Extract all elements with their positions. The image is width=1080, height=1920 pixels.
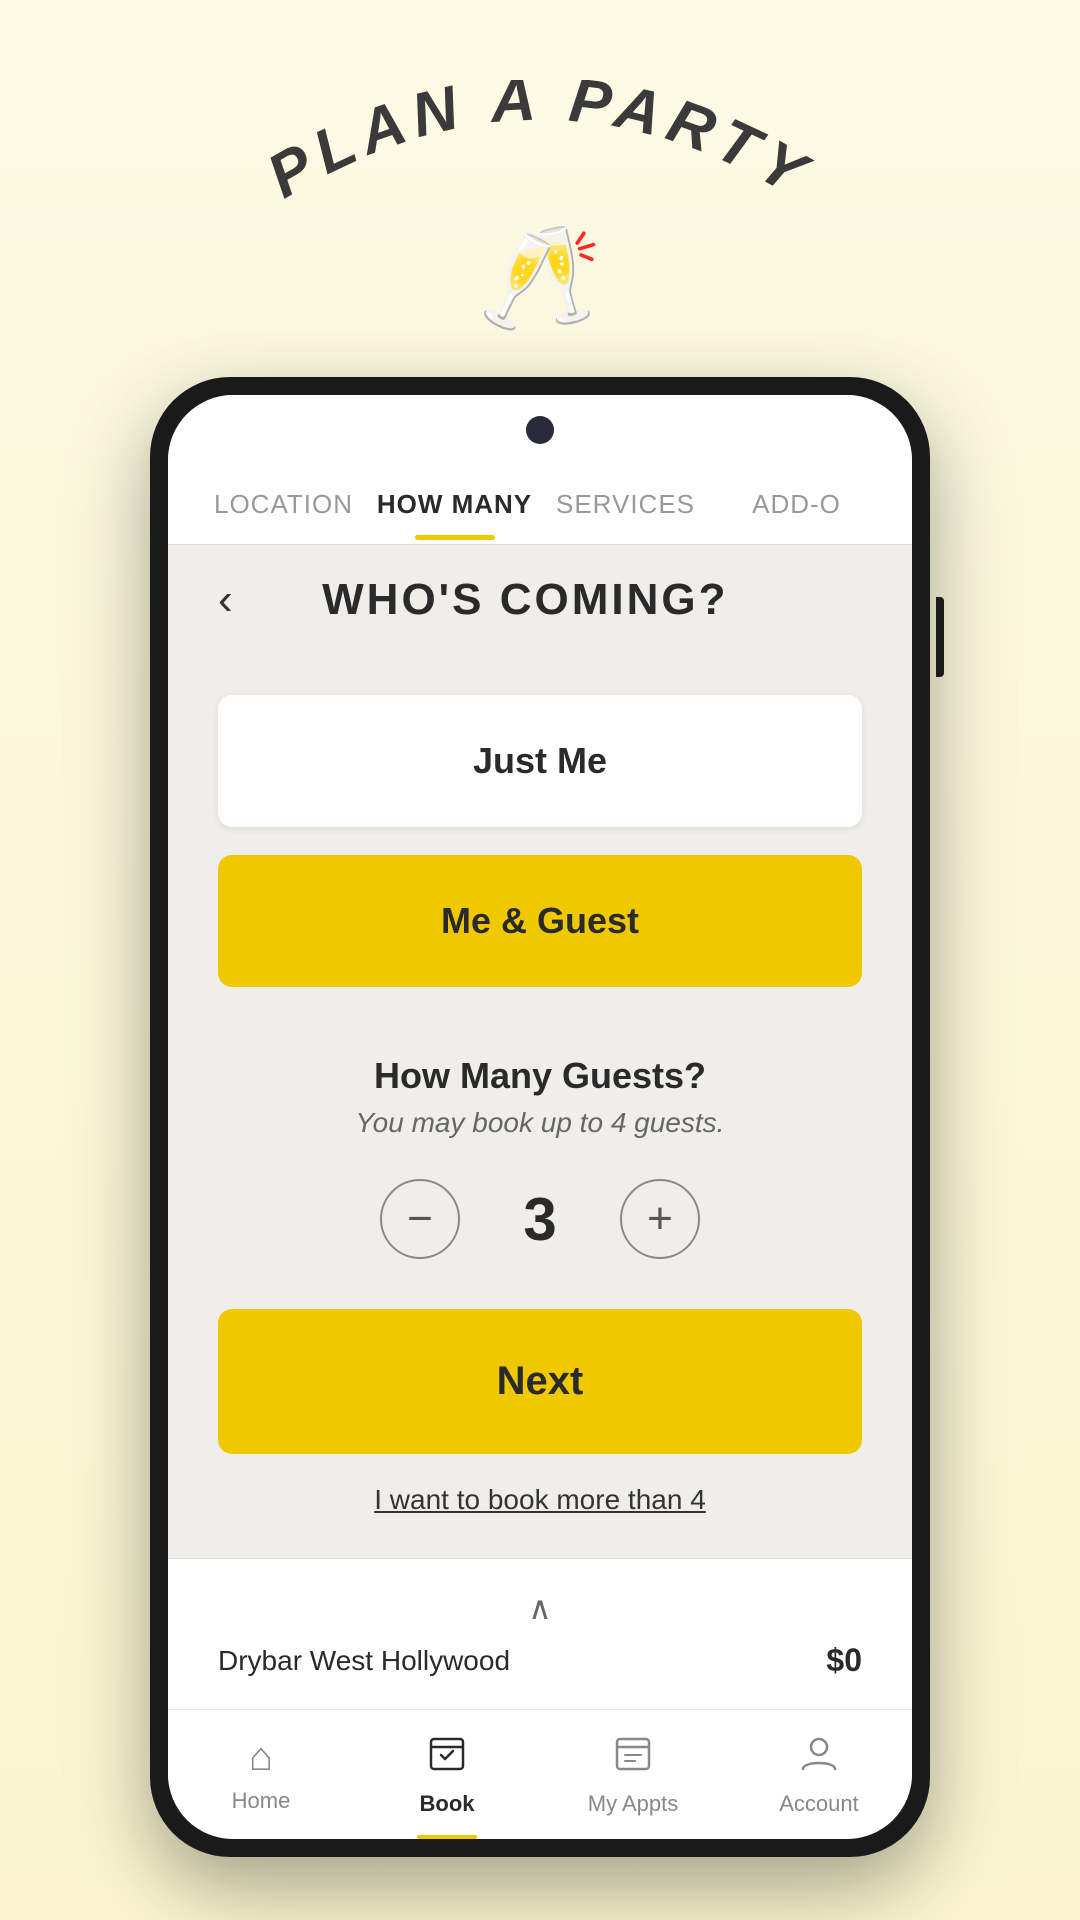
location-name: Drybar West Hollywood: [218, 1645, 510, 1677]
chevron-up-icon[interactable]: ∧: [218, 1589, 862, 1627]
svg-text:PLAN A PARTY: PLAN A PARTY: [260, 80, 820, 210]
guests-subtitle: You may book up to 4 guests.: [356, 1107, 725, 1139]
tab-navigation: LOCATION HOW MANY SERVICES ADD-O: [168, 465, 912, 545]
nav-account-label: Account: [779, 1791, 859, 1817]
tab-location[interactable]: LOCATION: [198, 479, 369, 530]
nav-home-label: Home: [232, 1788, 291, 1814]
tab-add-ons[interactable]: ADD-O: [711, 479, 882, 530]
location-price-row: Drybar West Hollywood $0: [218, 1642, 862, 1679]
back-row: ‹ WHO'S COMING?: [218, 575, 862, 625]
phone-frame: LOCATION HOW MANY SERVICES ADD-O ‹ WHO'S…: [150, 377, 930, 1857]
guests-title: How Many Guests?: [374, 1055, 706, 1097]
home-icon: ⌂: [249, 1735, 273, 1780]
book-icon: [427, 1733, 467, 1783]
camera-dot: [526, 416, 554, 444]
spacer: [218, 645, 862, 695]
increment-button[interactable]: +: [620, 1179, 700, 1259]
just-me-button[interactable]: Just Me: [218, 695, 862, 827]
bottom-info-bar: ∧ Drybar West Hollywood $0: [168, 1558, 912, 1709]
notch-area: [168, 395, 912, 465]
champagne-glasses-icon: 🥂: [478, 220, 603, 337]
nav-book-label: Book: [420, 1791, 475, 1817]
top-area: PLAN A PARTY 🥂: [260, 0, 820, 337]
plan-party-text: PLAN A PARTY: [260, 80, 820, 210]
tab-services[interactable]: SERVICES: [540, 479, 711, 530]
book-more-link[interactable]: I want to book more than 4: [218, 1484, 862, 1516]
account-icon: [799, 1733, 839, 1783]
next-button[interactable]: Next: [218, 1309, 862, 1454]
appointments-icon: [613, 1733, 653, 1783]
back-button[interactable]: ‹: [218, 578, 233, 622]
arched-title-container: PLAN A PARTY: [260, 80, 820, 210]
price-display: $0: [826, 1642, 862, 1679]
nav-book[interactable]: Book: [354, 1710, 540, 1839]
bottom-nav: ⌂ Home Book: [168, 1709, 912, 1839]
nav-account[interactable]: Account: [726, 1710, 912, 1839]
nav-appts-label: My Appts: [588, 1791, 678, 1817]
counter-row: − 3 +: [380, 1179, 700, 1259]
main-content: ‹ WHO'S COMING? Just Me Me & Guest How M…: [168, 545, 912, 1558]
decrement-button[interactable]: −: [380, 1179, 460, 1259]
nav-appointments[interactable]: My Appts: [540, 1710, 726, 1839]
guest-count: 3: [510, 1185, 570, 1254]
phone-screen: LOCATION HOW MANY SERVICES ADD-O ‹ WHO'S…: [168, 395, 912, 1839]
nav-home[interactable]: ⌂ Home: [168, 1710, 354, 1839]
tab-how-many[interactable]: HOW MANY: [369, 479, 540, 530]
me-and-guest-button[interactable]: Me & Guest: [218, 855, 862, 987]
guests-section: How Many Guests? You may book up to 4 gu…: [218, 1055, 862, 1309]
page-title: WHO'S COMING?: [233, 575, 862, 625]
